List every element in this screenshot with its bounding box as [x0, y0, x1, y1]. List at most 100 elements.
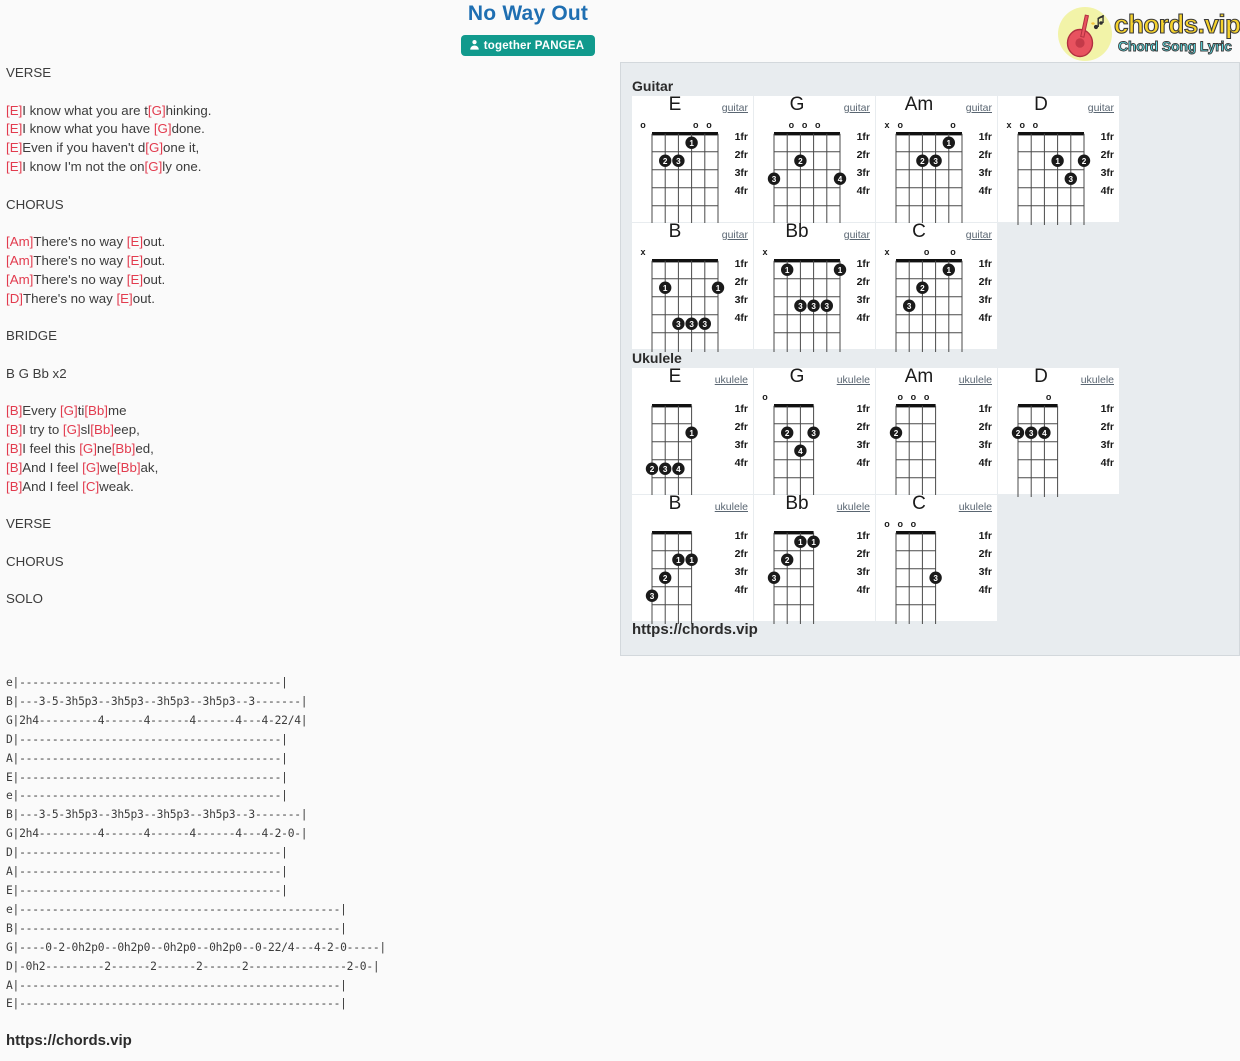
fret-number-labels: 1fr 2fr 3fr 4fr: [857, 128, 870, 200]
fret-label: 1fr: [734, 131, 748, 143]
tab-line: B|--------------------------------------…: [6, 921, 347, 935]
svg-text:2: 2: [920, 284, 925, 293]
lyric-text: And I feel: [22, 478, 83, 494]
chord-instrument-label[interactable]: guitar: [722, 229, 748, 241]
fret-label: 1fr: [856, 258, 870, 270]
fret-label: 3fr: [856, 566, 870, 578]
chord-marker: [G]: [147, 102, 166, 118]
logo-tagline: Chord Song Lyric: [1118, 38, 1233, 54]
chord-marker: [C]: [82, 478, 100, 494]
lyric-section-label: VERSE: [6, 516, 52, 532]
fretboard: 1 234: [643, 404, 701, 500]
svg-text:3: 3: [811, 429, 816, 438]
tab-line: A|--------------------------------------…: [6, 978, 347, 992]
lyric-text: I try to: [22, 422, 63, 438]
chord-instrument-label[interactable]: ukulele: [959, 374, 992, 386]
chord-card-g-guitar[interactable]: Gguitar o o o 2 3 4 1fr 2fr 3fr 4fr: [754, 94, 875, 225]
lyric-text: ak,: [140, 459, 159, 475]
chord-card-g-ukulele[interactable]: Gukulele o 2 3 4 1fr 2fr 3fr 4fr: [754, 366, 875, 497]
chord-card-e-ukulele[interactable]: Eukulele 1 2 3 4 1fr 2fr 3fr 4fr: [632, 366, 753, 497]
chord-instrument-label[interactable]: ukulele: [837, 501, 870, 513]
svg-text:3: 3: [798, 302, 803, 311]
chord-instrument-label[interactable]: ukulele: [1081, 374, 1114, 386]
chord-card-am-ukulele[interactable]: Am ukulele o o o 2 1fr 2fr 3fr 4fr: [876, 366, 997, 497]
fret-label: 1fr: [856, 530, 870, 542]
fret-label: 3fr: [1100, 439, 1114, 451]
chord-card-c-ukulele[interactable]: Cukulele o o o 3 1fr 2fr 3fr 4fr: [876, 493, 997, 624]
lyric-line: [E]I know I'm not the on[G]ly one.: [6, 158, 606, 177]
open-string-markers: o: [1009, 392, 1052, 404]
svg-text:2: 2: [650, 465, 655, 474]
chord-instrument-label[interactable]: guitar: [966, 229, 992, 241]
footer-url-left[interactable]: https://chords.vip: [6, 1032, 132, 1049]
lyrics-body: VERSE [E]I know what you are t[G]hinking…: [6, 64, 606, 609]
artist-badge[interactable]: together PANGEA: [460, 35, 596, 56]
open-string-icon: o: [950, 120, 956, 130]
chord-dot: 2: [645, 462, 659, 475]
fretboard: 1 23: [643, 132, 727, 228]
svg-text:3: 3: [772, 574, 777, 583]
lyric-text: There's no way: [23, 290, 117, 306]
svg-text:3: 3: [663, 465, 668, 474]
svg-text:3: 3: [703, 320, 708, 329]
open-string-icon: o: [897, 519, 903, 529]
lyric-text: sl: [80, 422, 91, 438]
svg-text:2: 2: [1082, 157, 1087, 166]
svg-text:1: 1: [716, 284, 721, 293]
open-string-markers: ooo: [640, 120, 712, 132]
chord-instrument-label[interactable]: ukulele: [715, 501, 748, 513]
fret-number-labels: 1fr 2fr 3fr 4fr: [979, 128, 992, 200]
fret-label: 1fr: [1100, 403, 1114, 415]
chord-dot: 3: [685, 317, 698, 330]
chord-marker: [Am]: [6, 271, 34, 287]
lyric-line: [Am]There's no way [E]out.: [6, 233, 606, 252]
fretboard: 1 23: [887, 259, 971, 355]
chord-instrument-label[interactable]: guitar: [722, 102, 748, 114]
open-string-icon: o: [884, 519, 890, 529]
chord-instrument-label[interactable]: ukulele: [715, 374, 748, 386]
chord-card-am-guitar[interactable]: Am guitar x o o 1 2 3 1fr 2fr 3fr 4fr: [876, 94, 997, 225]
fretboard: 1123: [765, 531, 823, 627]
chord-instrument-label[interactable]: guitar: [844, 102, 870, 114]
lyric-line: [B]I try to [G]sl[Bb]eep,: [6, 421, 606, 440]
chord-card-d-ukulele[interactable]: Dukulele o 2 3 4 1fr 2fr 3fr 4fr: [998, 366, 1119, 497]
svg-text:2: 2: [894, 429, 899, 438]
panel-url[interactable]: https://chords.vip: [632, 621, 758, 638]
chord-card-b-ukulele[interactable]: Bukulele 1 1 2 3 1fr 2fr 3fr 4fr: [632, 493, 753, 624]
chord-instrument-label[interactable]: guitar: [966, 102, 992, 114]
fret-number-labels: 1fr 2fr 3fr 4fr: [735, 255, 748, 327]
chord-instrument-label[interactable]: guitar: [844, 229, 870, 241]
chord-dot: 2: [889, 426, 903, 439]
chord-card-b-guitar[interactable]: Bguitar x 1 1 3 3 3 1fr 2fr 3fr 4fr: [632, 221, 753, 352]
open-string-markers: [643, 392, 683, 404]
chord-card-bb-ukulele[interactable]: Bb ukulele 1 1 2 3 1fr 2fr 3fr 4fr: [754, 493, 875, 624]
chord-dot: 1: [659, 281, 672, 294]
chord-dot: 4: [1038, 426, 1051, 439]
chord-dot: 3: [1064, 172, 1077, 185]
chord-name: C: [912, 221, 926, 242]
chord-marker: [B]: [6, 440, 23, 456]
chord-card-e-guitar[interactable]: Eguitar o o o 1 2 3 1fr 2fr 3fr 4fr: [632, 94, 753, 225]
chord-card-c-guitar[interactable]: Cguitar x o o 1 2 3 1fr 2fr 3fr 4fr: [876, 221, 997, 352]
chord-name: E: [668, 366, 682, 387]
chord-instrument-label[interactable]: ukulele: [959, 501, 992, 513]
tab-line: D|-0h2---------2------2------2------2---…: [6, 959, 380, 973]
lyric-line: [Am]There's no way [E]out.: [6, 271, 606, 290]
chord-dot: 3: [807, 299, 820, 312]
chord-card-d-guitar[interactable]: Dguitar x o o 1 2 3 1fr 2fr 3fr 4fr: [998, 94, 1119, 225]
chord-marker: [E]: [126, 271, 144, 287]
site-logo[interactable]: chords.vip Chord Song Lyric: [1058, 5, 1240, 61]
chord-instrument-label[interactable]: ukulele: [837, 374, 870, 386]
chord-dot: 3: [672, 154, 685, 167]
chord-marker: [G]: [82, 459, 100, 475]
chord-marker: [E]: [116, 290, 133, 306]
chord-marker: [G]: [59, 403, 78, 419]
fretboard: 11333: [765, 259, 849, 355]
chord-card-bb-guitar[interactable]: Bb guitar x 1 1 3 3 3 1fr 2fr 3fr 4fr: [754, 221, 875, 352]
fret-label: 3fr: [856, 294, 870, 306]
chord-instrument-label[interactable]: guitar: [1088, 102, 1114, 114]
chord-name: C: [912, 493, 926, 514]
fret-label: 1fr: [734, 258, 748, 270]
chord-dot: 3: [672, 317, 685, 330]
open-string-markers: ooo: [887, 392, 929, 404]
